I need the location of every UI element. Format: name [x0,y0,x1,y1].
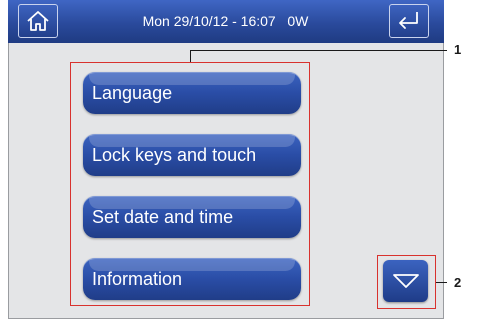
home-button[interactable] [18,4,58,38]
datetime-text: Mon 29/10/12 - 16:07 [142,13,276,29]
callout-number-1: 1 [454,42,462,57]
power-text: 0W [287,13,309,29]
home-icon [27,11,49,31]
callout-1-line [190,50,447,51]
callout-number-2: 2 [454,275,462,290]
chevron-down-icon [392,274,419,288]
language-label: Language [92,83,173,103]
back-button[interactable] [389,4,429,38]
information-label: Information [92,269,183,289]
language-button[interactable]: Language [83,72,301,114]
set-date-label: Set date and time [92,207,234,227]
return-arrow-icon [399,12,418,29]
callout-2-line [436,282,447,283]
scroll-down-button[interactable] [383,260,428,302]
set-date-and-time-button[interactable]: Set date and time [83,196,301,238]
status-readout: Mon 29/10/12 - 16:07 0W [63,0,388,43]
top-status-bar: Mon 29/10/12 - 16:07 0W [8,0,444,43]
lock-keys-label: Lock keys and touch [92,145,257,165]
lock-keys-and-touch-button[interactable]: Lock keys and touch [83,134,301,176]
callout-1-tick [190,50,191,62]
information-button[interactable]: Information [83,258,301,300]
